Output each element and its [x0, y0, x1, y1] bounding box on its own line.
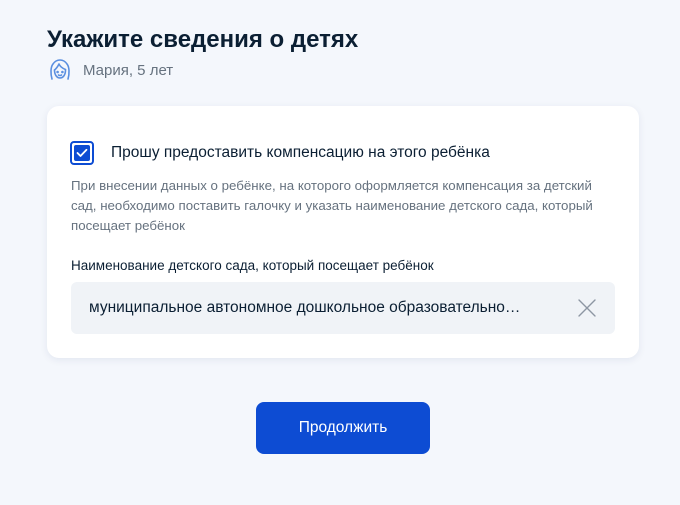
compensation-checkbox-label[interactable]: Прошу предоставить компенсацию на этого … [111, 144, 490, 162]
child-name: Мария, 5 лет [83, 61, 174, 79]
checkmark-icon [74, 145, 90, 161]
compensation-checkbox[interactable] [70, 141, 94, 165]
compensation-card: Прошу предоставить компенсацию на этого … [47, 106, 639, 358]
continue-button[interactable]: Продолжить [256, 402, 430, 454]
compensation-hint: При внесении данных о ребёнке, на которо… [71, 178, 593, 233]
close-icon[interactable] [577, 298, 597, 318]
compensation-checkbox-row[interactable]: Прошу предоставить компенсацию на этого … [70, 141, 490, 165]
child-info: Мария, 5 лет [47, 56, 173, 84]
kindergarten-field[interactable]: муниципальное автономное дошкольное обра… [71, 282, 615, 334]
page-title: Укажите сведения о детях [47, 26, 359, 54]
kindergarten-field-label: Наименование детского сада, который посе… [71, 258, 434, 273]
kindergarten-field-value[interactable]: муниципальное автономное дошкольное обра… [89, 282, 549, 334]
girl-avatar-icon [47, 57, 73, 83]
